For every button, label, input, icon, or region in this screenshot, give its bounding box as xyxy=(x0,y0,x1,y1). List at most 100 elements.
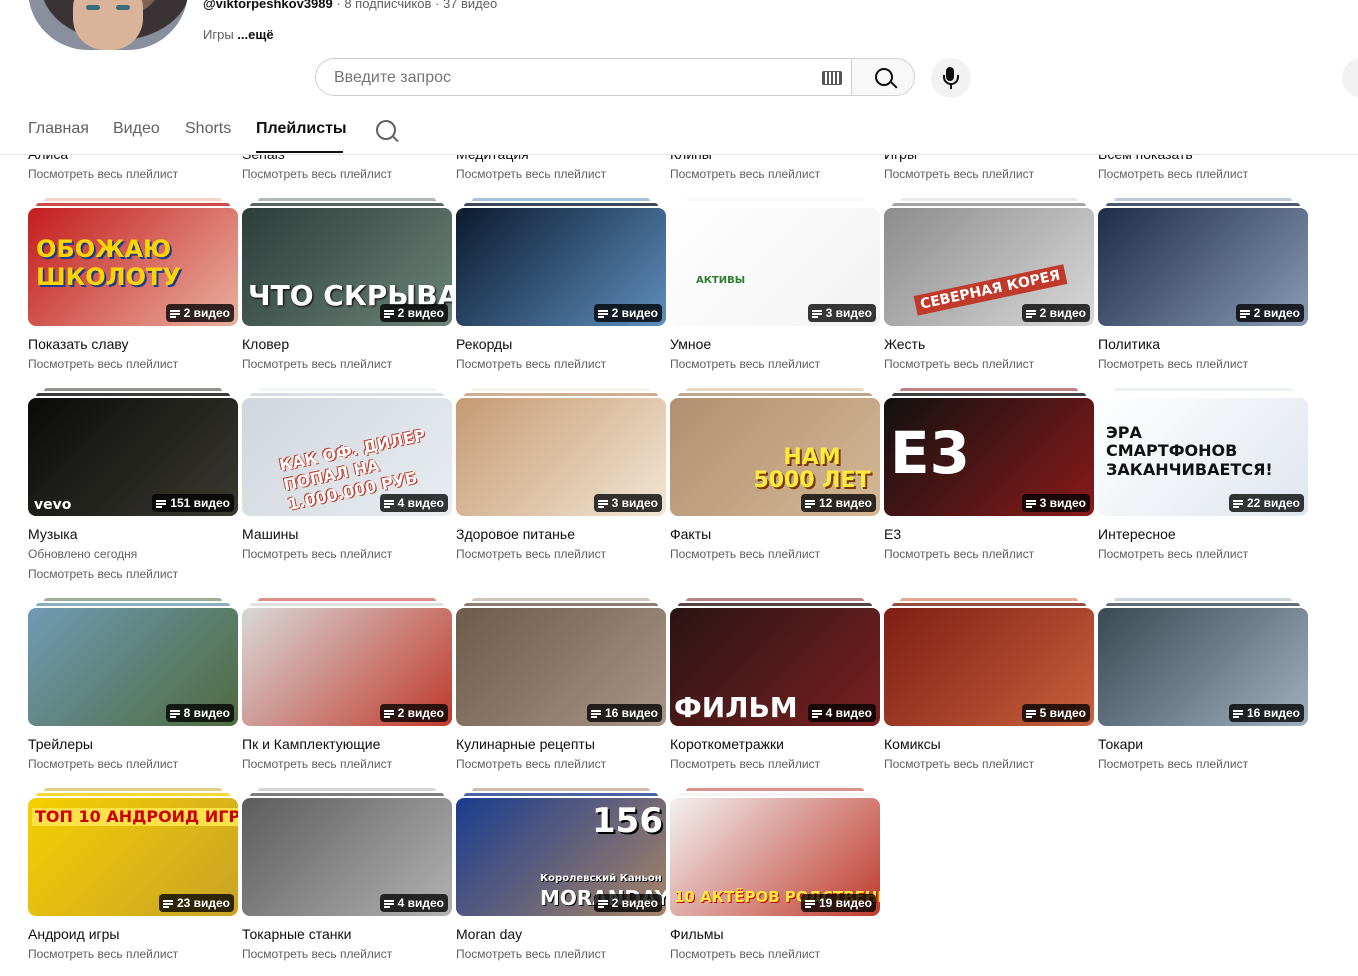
channel-search-icon[interactable] xyxy=(376,120,396,140)
search-button[interactable] xyxy=(851,58,915,96)
playlist-stack-edge xyxy=(44,198,222,201)
playlist-thumbnail[interactable]: 16 видео xyxy=(1098,608,1308,726)
playlist-stack-edge xyxy=(892,203,1086,206)
playlist-thumbnail[interactable]: КАК ОФ. ДИЛЕР ПОПАЛ НА 1.000.000 РУБ 4 ви… xyxy=(242,398,452,516)
playlist-thumbnail[interactable]: ОБОЖАЮ ШКОЛОТУ 2 видео xyxy=(28,208,238,326)
playlist-title[interactable]: Музыка xyxy=(28,526,78,542)
playlist-title[interactable]: E3 xyxy=(884,526,901,542)
view-full-playlist-link[interactable]: Посмотреть весь плейлист xyxy=(242,757,392,771)
view-full-playlist-link[interactable]: Посмотреть весь плейлист xyxy=(456,357,606,371)
playlist-thumbnail[interactable]: ТОП 10 АНДРОИД ИГР 23 видео xyxy=(28,798,238,916)
view-full-playlist-link[interactable]: Посмотреть весь плейлист xyxy=(884,167,1034,181)
playlist-title[interactable]: Трейлеры xyxy=(28,736,93,752)
more-link[interactable]: ...ещё xyxy=(237,27,273,42)
video-count-badge: 19 видео xyxy=(800,894,876,912)
playlist-title[interactable]: Короткометражки xyxy=(670,736,784,752)
video-count: 4 видео xyxy=(397,896,444,910)
video-count-badge: 2 видео xyxy=(165,304,234,322)
playlist-thumbnail[interactable]: 8 видео xyxy=(28,608,238,726)
view-full-playlist-link[interactable]: Посмотреть весь плейлист xyxy=(670,167,820,181)
view-full-playlist-link[interactable]: Посмотреть весь плейлист xyxy=(670,947,820,961)
tab-home[interactable]: Главная xyxy=(28,120,89,138)
playlist-title[interactable]: Политика xyxy=(1098,336,1160,352)
view-full-playlist-link[interactable]: Посмотреть весь плейлист xyxy=(28,947,178,961)
view-full-playlist-link[interactable]: Посмотреть весь плейлист xyxy=(1098,547,1248,561)
tab-videos[interactable]: Видео xyxy=(113,120,160,138)
playlist-title[interactable]: Факты xyxy=(670,526,711,542)
playlist-title[interactable]: Здоровое питанье xyxy=(456,526,575,542)
view-full-playlist-link[interactable]: Посмотреть весь плейлист xyxy=(28,357,178,371)
playlist-title[interactable]: Кулинарные рецепты xyxy=(456,736,595,752)
voice-search-button[interactable] xyxy=(931,58,971,98)
playlist-thumbnail[interactable]: E3 3 видео xyxy=(884,398,1094,516)
playlist-title[interactable]: Кловер xyxy=(242,336,289,352)
playlist-thumbnail[interactable]: 156Королевский КаньонMORANDAY2 видео xyxy=(456,798,666,916)
playlist-stack-edge xyxy=(258,788,436,791)
playlist-stack-edge xyxy=(1114,388,1292,391)
playlist-title[interactable]: Комиксы xyxy=(884,736,941,752)
view-full-playlist-link[interactable]: Посмотреть весь плейлист xyxy=(456,547,606,561)
view-full-playlist-link[interactable]: Посмотреть весь плейлист xyxy=(884,547,1034,561)
playlist-title[interactable]: Умное xyxy=(670,336,711,352)
playlist-thumbnail[interactable]: 16 видео xyxy=(456,608,666,726)
playlist-title[interactable]: Рекорды xyxy=(456,336,512,352)
playlist-thumbnail[interactable]: 4 видео xyxy=(242,798,452,916)
keyboard-icon[interactable] xyxy=(822,71,842,85)
playlist-stack-edge xyxy=(1114,598,1292,601)
view-full-playlist-link[interactable]: Посмотреть весь плейлист xyxy=(242,947,392,961)
view-full-playlist-link[interactable]: Посмотреть весь плейлист xyxy=(456,167,606,181)
playlist-title[interactable]: Показать славу xyxy=(28,336,129,352)
view-full-playlist-link[interactable]: Посмотреть весь плейлист xyxy=(28,167,178,181)
video-count: 2 видео xyxy=(1039,306,1086,320)
thumbnail-text: ЭРА СМАРТФОНОВ ЗАКАНЧИВАЕТСЯ! xyxy=(1106,423,1273,479)
create-button[interactable] xyxy=(1342,58,1358,98)
view-full-playlist-link[interactable]: Посмотреть весь плейлист xyxy=(884,357,1034,371)
playlist-title[interactable]: Токарные станки xyxy=(242,926,351,942)
playlist-thumbnail[interactable]: 2 видео xyxy=(242,608,452,726)
tab-shorts[interactable]: Shorts xyxy=(185,120,231,138)
video-count-badge: 5 видео xyxy=(1021,704,1090,722)
playlist-title[interactable]: Фильмы xyxy=(670,926,724,942)
playlist-title[interactable]: Жесть xyxy=(884,336,925,352)
search-input[interactable] xyxy=(332,68,806,88)
playlist-stack-edge xyxy=(900,598,1078,601)
playlist-icon xyxy=(383,499,394,508)
playlist-thumbnail[interactable]: 5 видео xyxy=(884,608,1094,726)
channel-avatar[interactable] xyxy=(28,0,188,50)
playlist-thumbnail[interactable]: НАМ 5000 ЛЕТ 12 видео xyxy=(670,398,880,516)
playlist-thumbnail[interactable]: ЧТО СКРЫВАЕТ ?2 видео xyxy=(242,208,452,326)
view-full-playlist-link[interactable]: Посмотреть весь плейлист xyxy=(456,947,606,961)
playlist-thumbnail[interactable]: 2 видео xyxy=(1098,208,1308,326)
playlist-stack-edge xyxy=(464,603,658,606)
view-full-playlist-link[interactable]: Посмотреть весь плейлист xyxy=(670,757,820,771)
playlist-thumbnail[interactable]: 2 видео xyxy=(456,208,666,326)
playlist-title[interactable]: Андроид игры xyxy=(28,926,119,942)
view-full-playlist-link[interactable]: Посмотреть весь плейлист xyxy=(1098,167,1248,181)
view-full-playlist-link[interactable]: Посмотреть весь плейлист xyxy=(1098,357,1248,371)
playlist-thumbnail[interactable]: АКТИВЫ 3 видео xyxy=(670,208,880,326)
playlist-title[interactable]: Токари xyxy=(1098,736,1143,752)
view-full-playlist-link[interactable]: Посмотреть весь плейлист xyxy=(884,757,1034,771)
playlist-title[interactable]: Moran day xyxy=(456,926,522,942)
playlist-title[interactable]: Интересное xyxy=(1098,526,1176,542)
playlist-thumbnail[interactable]: ФИЛЬМ 4 видео xyxy=(670,608,880,726)
view-full-playlist-link[interactable]: Посмотреть весь плейлист xyxy=(670,547,820,561)
view-full-playlist-link[interactable]: Посмотреть весь плейлист xyxy=(28,567,178,581)
playlist-title[interactable]: Пк и Камплектующие xyxy=(242,736,380,752)
view-full-playlist-link[interactable]: Посмотреть весь плейлист xyxy=(242,547,392,561)
playlist-title[interactable]: Машины xyxy=(242,526,298,542)
playlist-thumbnail[interactable]: 10 АКТЁРОВ РОДСТВЕННИКОВ19 видео xyxy=(670,798,880,916)
view-full-playlist-link[interactable]: Посмотреть весь плейлист xyxy=(242,357,392,371)
playlist-thumbnail[interactable]: vevo 151 видео xyxy=(28,398,238,516)
playlist-thumbnail[interactable]: ЭРА СМАРТФОНОВ ЗАКАНЧИВАЕТСЯ! 22 видео xyxy=(1098,398,1308,516)
tab-playlists[interactable]: Плейлисты xyxy=(256,120,347,138)
playlist-thumbnail[interactable]: 3 видео xyxy=(456,398,666,516)
view-full-playlist-link[interactable]: Посмотреть весь плейлист xyxy=(1098,757,1248,771)
view-full-playlist-link[interactable]: Посмотреть весь плейлист xyxy=(28,757,178,771)
view-full-playlist-link[interactable]: Посмотреть весь плейлист xyxy=(670,357,820,371)
video-count: 4 видео xyxy=(397,496,444,510)
view-full-playlist-link[interactable]: Посмотреть весь плейлист xyxy=(456,757,606,771)
playlist-thumbnail[interactable]: СЕВЕРНАЯ КОРЕЯ 2 видео xyxy=(884,208,1094,326)
view-full-playlist-link[interactable]: Посмотреть весь плейлист xyxy=(242,167,392,181)
playlist-stack-edge xyxy=(250,603,444,606)
